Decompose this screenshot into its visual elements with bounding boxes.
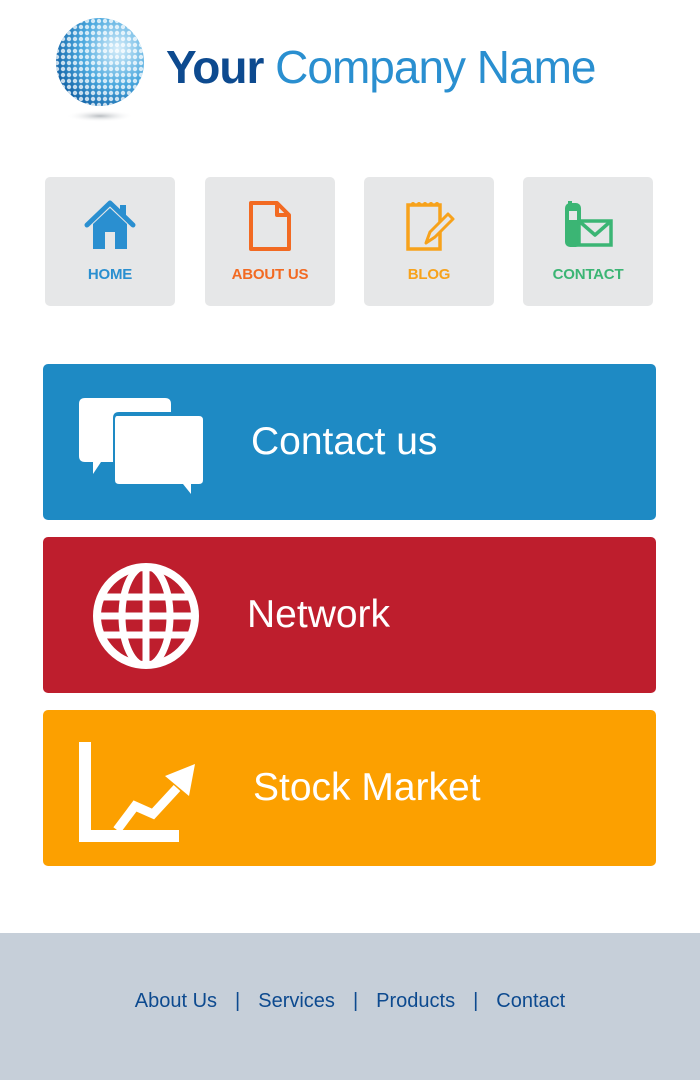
footer-link-products[interactable]: Products <box>376 990 455 1012</box>
contact-us-label: Contact us <box>251 420 438 463</box>
footer-link-about-us[interactable]: About Us <box>135 990 217 1012</box>
globe-icon <box>93 563 199 669</box>
notepad-pencil-icon <box>406 202 455 251</box>
nav-tile-about-us[interactable]: ABOUT US <box>205 177 335 306</box>
company-name-light: Company Name <box>275 41 596 93</box>
chart-arrow-icon <box>79 742 195 842</box>
nav-label-home: HOME <box>87 266 133 283</box>
footer-separator: | <box>352 990 359 1012</box>
network-label: Network <box>247 593 391 636</box>
footer-link-contact[interactable]: Contact <box>496 990 565 1012</box>
nav-tile-contact[interactable]: CONTACT <box>523 177 653 306</box>
nav-label-blog: BLOG <box>407 266 451 283</box>
company-logo-globe-icon <box>56 18 144 122</box>
stock-market-label: Stock Market <box>253 766 481 809</box>
company-name-bold: Your <box>166 41 264 93</box>
home-icon <box>84 200 136 249</box>
document-icon <box>249 201 291 251</box>
network-button[interactable]: Network <box>43 537 656 693</box>
chat-bubbles-icon <box>79 398 205 498</box>
stock-market-button[interactable]: Stock Market <box>43 710 656 866</box>
phone-envelope-icon <box>565 201 613 247</box>
contact-us-button[interactable]: Contact us <box>43 364 656 520</box>
nav-label-contact: CONTACT <box>552 266 624 283</box>
footer-separator: | <box>235 990 241 1012</box>
company-name: Your Company Name <box>166 40 597 94</box>
footer-nav: About Us | Services | Products | Contact <box>0 990 700 1013</box>
footer-separator: | <box>473 990 479 1012</box>
nav-tile-home[interactable]: HOME <box>45 177 175 306</box>
nav-tile-blog[interactable]: BLOG <box>364 177 494 306</box>
nav-label-about-us: ABOUT US <box>231 266 309 283</box>
footer-link-services[interactable]: Services <box>258 990 335 1012</box>
